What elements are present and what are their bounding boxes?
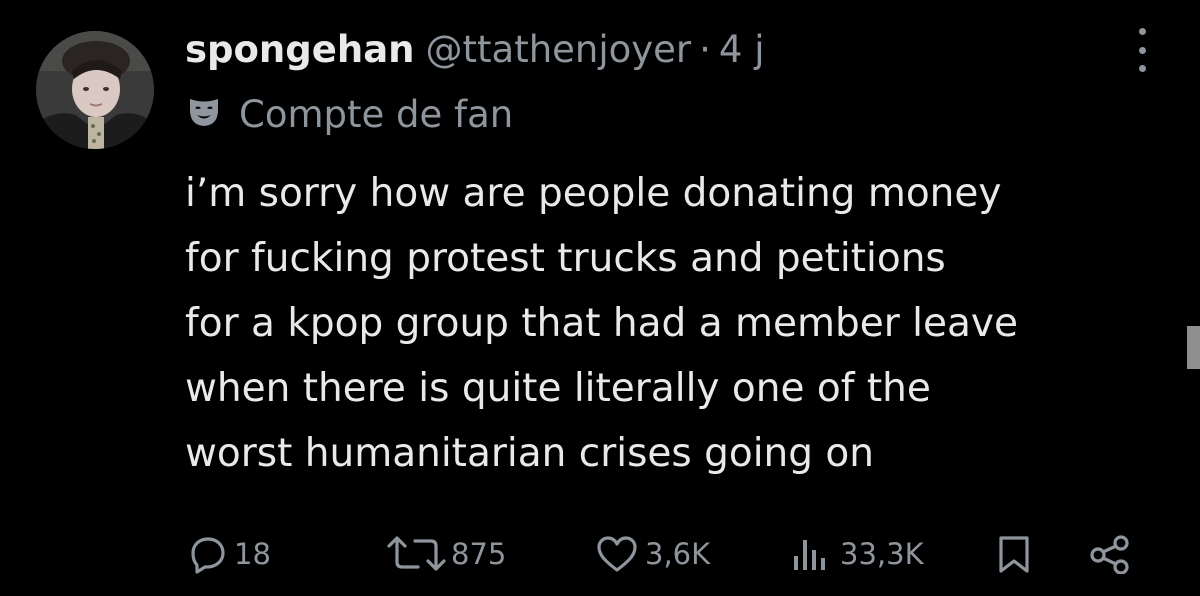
tweet-text-line: i’m sorry how are people donating money <box>185 171 1002 216</box>
tweet: spongehan @ttathenjoyer · 4 j Compte de … <box>0 0 1200 596</box>
separator-dot: · <box>699 28 711 71</box>
retweet-count: 875 <box>451 537 507 571</box>
fan-account-label: Compte de fan <box>239 92 514 136</box>
views-icon <box>790 534 834 574</box>
reply-count: 18 <box>234 537 271 571</box>
bookmark-button[interactable] <box>996 524 1032 584</box>
like-button[interactable]: 3,6K <box>595 524 710 584</box>
tweet-text: i’m sorry how are people donating money … <box>185 161 1185 486</box>
tweet-text-line: for a kpop group that had a member leave <box>185 301 1018 346</box>
reply-icon <box>188 534 228 574</box>
share-button[interactable] <box>1088 524 1132 584</box>
avatar[interactable] <box>36 31 154 149</box>
scrollbar-thumb[interactable] <box>1187 326 1200 369</box>
tweet-text-line: for fucking protest trucks and petitions <box>185 236 946 281</box>
like-count: 3,6K <box>645 537 711 571</box>
user-handle[interactable]: @ttathenjoyer <box>426 22 692 78</box>
fan-account-badge: Compte de fan <box>187 86 513 142</box>
tweet-actions: 18 875 3,6K 33,3K <box>0 524 1200 584</box>
display-name[interactable]: spongehan <box>185 22 415 78</box>
heart-icon <box>595 534 639 574</box>
tweet-text-line: worst humanitarian crises going on <box>185 431 874 476</box>
views-button[interactable]: 33,3K <box>790 524 924 584</box>
timestamp[interactable]: 4 j <box>719 22 765 78</box>
reply-button[interactable]: 18 <box>188 524 271 584</box>
bookmark-icon <box>996 534 1032 574</box>
tweet-text-line: when there is quite literally one of the <box>185 366 931 411</box>
more-options-icon[interactable] <box>1128 28 1156 72</box>
retweet-icon <box>385 534 449 574</box>
retweet-button[interactable]: 875 <box>385 524 506 584</box>
share-icon <box>1088 534 1132 574</box>
views-count: 33,3K <box>840 537 924 571</box>
tweet-header: spongehan @ttathenjoyer · 4 j <box>185 22 765 78</box>
mask-icon <box>187 95 221 133</box>
